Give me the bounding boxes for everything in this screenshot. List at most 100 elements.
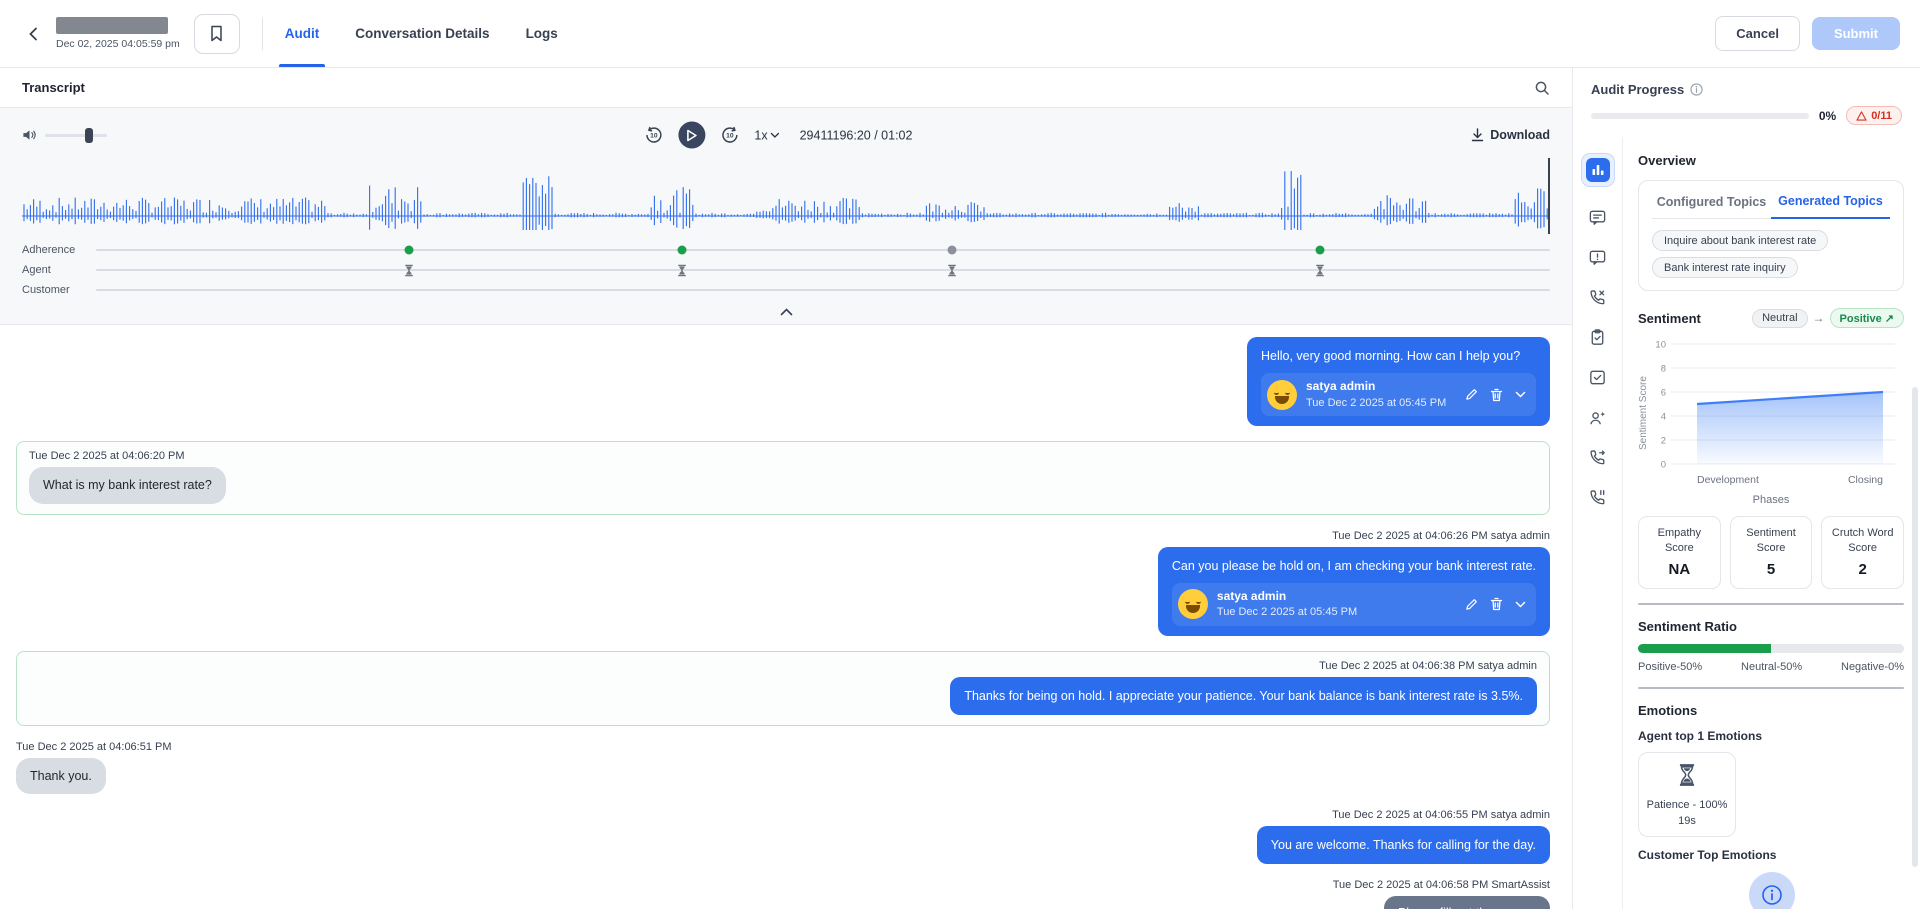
svg-text:2: 2: [1661, 436, 1666, 447]
audit-progress-label: Audit Progress: [1591, 82, 1684, 97]
rail-call-transfer-icon[interactable]: [1588, 448, 1607, 467]
emotion-label: Patience - 100%: [1643, 799, 1731, 811]
score-card-crutch-word-score: Crutch WordScore2: [1821, 516, 1904, 589]
message-bubble[interactable]: Hello, very good morning. How can I help…: [1247, 337, 1550, 426]
info-fab-button[interactable]: [1749, 872, 1795, 909]
svg-text:10: 10: [726, 133, 734, 140]
score-label: SentimentScore: [1734, 526, 1809, 556]
call-transfer-icon: [1588, 448, 1607, 467]
ratio-segment: [1771, 644, 1904, 653]
emotion-card: Patience - 100%19s: [1638, 752, 1736, 837]
audit-progress-percent: 0%: [1819, 109, 1836, 123]
volume-handle[interactable]: [85, 128, 93, 143]
chevron-down-icon: [771, 132, 780, 138]
sidebar-scrollbar[interactable]: [1912, 387, 1918, 867]
svg-text:0: 0: [1661, 460, 1666, 471]
volume-slider[interactable]: [45, 134, 107, 137]
tab-audit[interactable]: Audit: [285, 0, 320, 67]
tab-generated-topics[interactable]: Generated Topics: [1771, 194, 1890, 219]
annotation-tracks: AdherenceAgentCustomer: [0, 238, 1572, 300]
expand-message-button[interactable]: [1515, 601, 1526, 608]
message-bubble[interactable]: What is my bank interest rate?: [29, 467, 226, 503]
submit-button[interactable]: Submit: [1812, 17, 1900, 50]
rail-task-check-icon[interactable]: [1588, 368, 1607, 387]
adherence-dot-marker[interactable]: [404, 246, 413, 255]
collapse-player-button[interactable]: [780, 308, 793, 316]
score-card-empathy-score: EmpathyScoreNA: [1638, 516, 1721, 589]
download-button[interactable]: Download: [1471, 128, 1550, 142]
conversation-title-block: Dec 02, 2025 04:05:59 pm: [56, 17, 180, 50]
main-tabs: Audit Conversation Details Logs: [285, 0, 558, 67]
adherence-dot-marker[interactable]: [948, 246, 957, 255]
cancel-button[interactable]: Cancel: [1715, 16, 1800, 51]
search-button[interactable]: [1534, 80, 1550, 96]
chart-ylabel: Sentiment Score: [1638, 353, 1649, 473]
delete-message-button[interactable]: [1490, 597, 1503, 611]
sentiment-to-badge[interactable]: Positive ↗: [1830, 308, 1904, 328]
back-button[interactable]: [20, 20, 48, 48]
message-bubble[interactable]: You are welcome. Thanks for calling for …: [1257, 826, 1550, 864]
message-bubble[interactable]: Thank you.: [16, 758, 106, 794]
play-button[interactable]: [678, 122, 705, 149]
message-bubble[interactable]: Thanks for being on hold. I appreciate y…: [950, 677, 1537, 715]
rewind-10-button[interactable]: 10: [643, 125, 664, 146]
message-bubble[interactable]: Can you please be hold on, I am checking…: [1158, 547, 1550, 636]
ratio-label: Positive-50%: [1638, 661, 1702, 673]
ratio-label: Neutral-50%: [1741, 661, 1802, 673]
divider: [1638, 603, 1904, 605]
track-agent: Agent: [0, 260, 1572, 280]
topic-chip[interactable]: Bank interest rate inquiry: [1652, 257, 1798, 278]
adherence-dot-marker[interactable]: [677, 246, 686, 255]
waveform[interactable]: [22, 156, 1550, 238]
tab-conversation-details[interactable]: Conversation Details: [355, 0, 489, 67]
expand-message-button[interactable]: [1515, 391, 1526, 398]
info-icon[interactable]: [1690, 83, 1703, 96]
arrow-right-icon: →: [1813, 311, 1825, 325]
warning-triangle-icon: [1856, 111, 1867, 121]
sidebar-icon-rail: [1573, 137, 1623, 909]
agent-message: Tue Dec 2 2025 at 04:06:38 PM satya admi…: [16, 651, 1550, 726]
agent-info-card: satya adminTue Dec 2 2025 at 05:45 PM: [1261, 373, 1536, 416]
ratio-label: Negative-0%: [1841, 661, 1904, 673]
audit-progress-section: Audit Progress 0% 0/11: [1573, 68, 1920, 137]
rail-call-missed-icon[interactable]: [1588, 288, 1607, 307]
sentiment-chart: Sentiment Score 0246810DevelopmentClosin…: [1638, 334, 1904, 492]
rail-comment-alert-icon[interactable]: [1588, 248, 1607, 267]
agent-emotions-title: Agent top 1 Emotions: [1638, 729, 1904, 743]
message-bubble[interactable]: Please fill out the survey.: [1384, 896, 1550, 909]
score-cards: EmpathyScoreNASentimentScore5Crutch Word…: [1638, 516, 1904, 589]
speaker-icon: [22, 128, 37, 142]
topics-card: Configured TopicsGenerated Topics Inquir…: [1638, 180, 1904, 291]
adherence-dot-marker[interactable]: [1316, 246, 1325, 255]
topic-chip[interactable]: Inquire about bank interest rate: [1652, 230, 1828, 251]
agent-avatar: [1267, 380, 1297, 410]
hourglass-marker-icon[interactable]: [1315, 264, 1326, 277]
message-timestamp: Tue Dec 2 2025 at 04:06:58 PM SmartAssis…: [1333, 879, 1550, 891]
agent-name: satya admin: [1306, 378, 1456, 395]
delete-message-button[interactable]: [1490, 388, 1503, 402]
rail-comment-icon[interactable]: [1588, 208, 1607, 227]
sentiment-title: Sentiment: [1638, 311, 1701, 326]
playback-speed-select[interactable]: 1x: [754, 128, 779, 142]
hourglass-marker-icon[interactable]: [676, 264, 687, 277]
edit-message-button[interactable]: [1465, 598, 1478, 611]
tab-configured-topics[interactable]: Configured Topics: [1652, 194, 1771, 219]
bookmark-button[interactable]: [194, 14, 240, 54]
message-text: What is my bank interest rate?: [43, 476, 212, 494]
chat-messages: Hello, very good morning. How can I help…: [0, 325, 1572, 909]
chart-xlabel: Phases: [1638, 494, 1904, 506]
rail-clipboard-check-icon[interactable]: [1588, 328, 1607, 347]
hourglass-marker-icon[interactable]: [403, 264, 414, 277]
hourglass-marker-icon[interactable]: [947, 264, 958, 277]
message-timestamp: Tue Dec 2 2025 at 04:06:55 PM satya admi…: [1332, 809, 1550, 821]
rail-agents-sparkle-icon[interactable]: [1588, 408, 1607, 427]
track-label: Agent: [22, 264, 96, 276]
score-label: Crutch WordScore: [1825, 526, 1900, 556]
forward-10-button[interactable]: 10: [719, 125, 740, 146]
rail-call-hold-icon[interactable]: [1588, 488, 1607, 507]
tab-logs[interactable]: Logs: [526, 0, 558, 67]
edit-message-button[interactable]: [1465, 388, 1478, 401]
call-missed-icon: [1588, 288, 1607, 307]
rail-analytics-icon[interactable]: [1581, 153, 1615, 187]
playhead-cursor[interactable]: [1548, 158, 1550, 234]
